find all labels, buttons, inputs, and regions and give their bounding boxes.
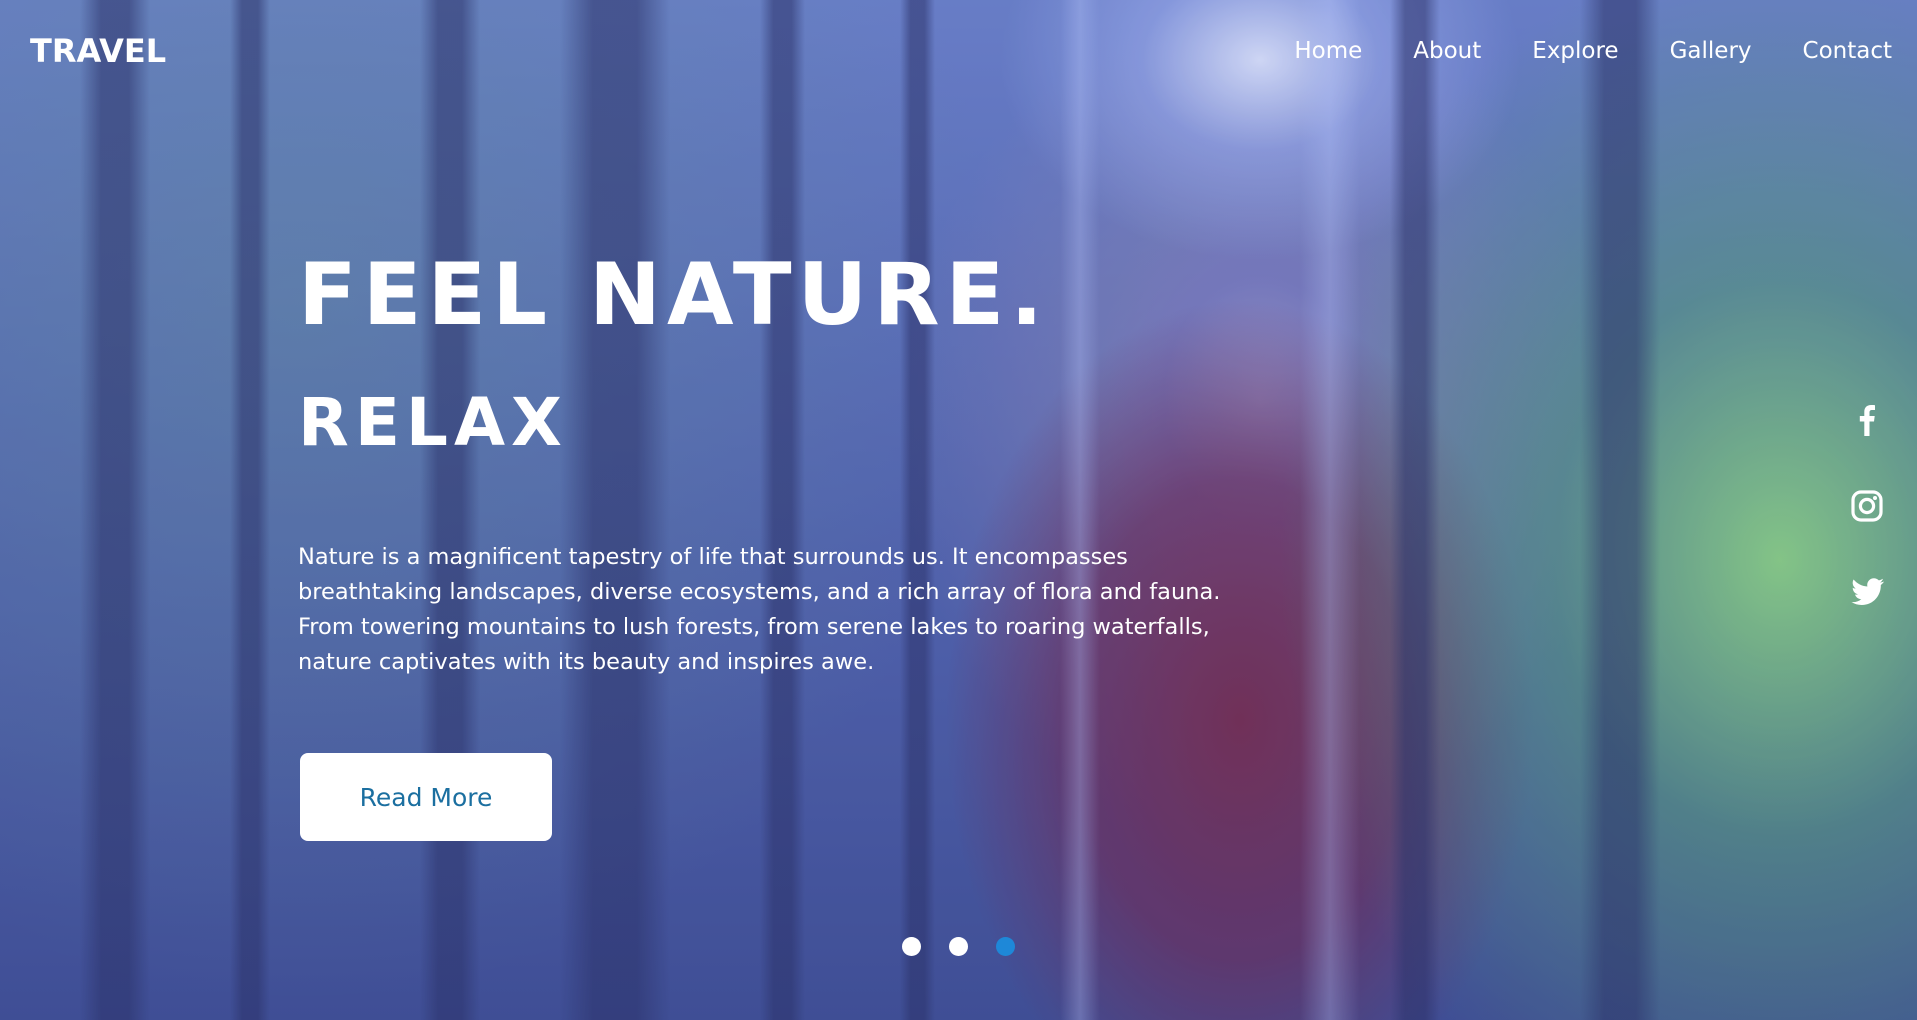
slider-dot[interactable] xyxy=(949,937,968,956)
social-links xyxy=(1847,400,1887,612)
hero-section: TRAVEL Home About Explore Gallery Contac… xyxy=(0,0,1917,1020)
twitter-icon[interactable] xyxy=(1847,572,1887,612)
slider-dot[interactable] xyxy=(902,937,921,956)
hero-description: Nature is a magnificent tapestry of life… xyxy=(298,544,1221,675)
main-nav: Home About Explore Gallery Contact xyxy=(1294,38,1892,64)
nav-contact[interactable]: Contact xyxy=(1803,38,1892,64)
nav-about[interactable]: About xyxy=(1413,38,1481,64)
hero-subtitle: RELAX xyxy=(298,384,568,461)
nav-home[interactable]: Home xyxy=(1294,38,1362,64)
facebook-icon[interactable] xyxy=(1847,400,1887,440)
nav-gallery[interactable]: Gallery xyxy=(1670,38,1752,64)
hero-title: FEEL NATURE. xyxy=(298,245,1049,345)
logo[interactable]: TRAVEL xyxy=(30,32,166,70)
slider-dot-active[interactable] xyxy=(996,937,1015,956)
nav-explore[interactable]: Explore xyxy=(1532,38,1618,64)
read-more-button[interactable]: Read More xyxy=(300,753,552,841)
color-overlay xyxy=(0,0,1917,1020)
instagram-icon[interactable] xyxy=(1847,486,1887,526)
slider-dots xyxy=(902,937,1015,956)
